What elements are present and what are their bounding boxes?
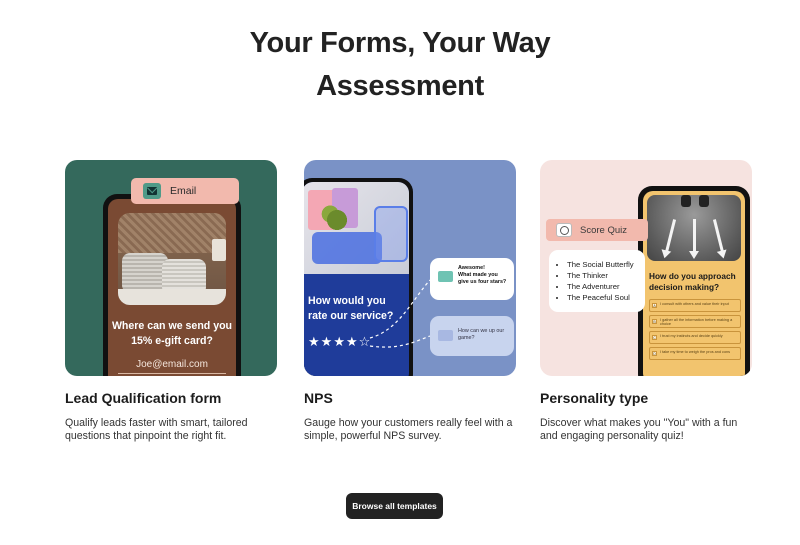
list-item: The Adventurer	[567, 281, 641, 292]
template-card-personality[interactable]: How do you approach decision making? AI …	[540, 160, 752, 376]
score-quiz-tag: Score Quiz	[546, 219, 648, 241]
score-dial-icon	[556, 223, 572, 237]
card-title[interactable]: Lead Qualification form	[65, 390, 280, 406]
message-icon	[438, 271, 453, 282]
card-description: Gauge how your customers really feel wit…	[304, 417, 513, 442]
card-title[interactable]: NPS	[304, 390, 519, 406]
card-info-nps: NPS Gauge how your customers really feel…	[304, 390, 519, 443]
list-item: The Peaceful Soul	[567, 292, 641, 303]
email-tag-label: Email	[170, 185, 197, 197]
quiz-option: AI consult with others and value their i…	[649, 299, 741, 312]
feedback-bubble-followup: Awesome! What made you give us four star…	[430, 258, 514, 300]
score-quiz-label: Score Quiz	[580, 224, 627, 236]
phone-mockup: How do you approach decision making? AI …	[638, 186, 750, 376]
feedback-bubble-improve: How can we up our game?	[430, 316, 514, 356]
page-title-line1: Your Forms, Your Way	[249, 27, 551, 59]
card-title[interactable]: Personality type	[540, 390, 755, 406]
phone-mockup: Where can we send you 15% e-gift card? J…	[103, 194, 241, 376]
phone-screen: How do you approach decision making? AI …	[643, 191, 745, 376]
bubble1-text: What made you give us four stars?	[458, 272, 507, 285]
email-field-tag: Email	[131, 178, 239, 204]
page-title: Your Forms, Your Way Assessment	[0, 22, 800, 108]
preview-question: How do you approach decision making?	[649, 271, 736, 292]
card-info-personality: Personality type Discover what makes you…	[540, 390, 755, 443]
list-item: The Social Butterfly	[567, 259, 641, 270]
message-icon	[438, 330, 453, 341]
template-card-lead-qualification[interactable]: Where can we send you 15% e-gift card? J…	[65, 160, 277, 376]
preview-question: Where can we send you 15% e-gift card?	[111, 320, 233, 347]
personality-list: The Social Butterfly The Thinker The Adv…	[549, 250, 645, 312]
quiz-option: BI gather all the information before mak…	[649, 315, 741, 328]
quiz-option: DI take my time to weigh the pros and co…	[649, 347, 741, 360]
card-info-lead-qualification: Lead Qualification form Qualify leads fa…	[65, 390, 280, 443]
card-description: Discover what makes you "You" with a fun…	[540, 417, 738, 442]
list-item: The Thinker	[567, 270, 641, 281]
envelope-icon	[143, 183, 161, 199]
quiz-option: CI trust my instincts and decide quickly	[649, 331, 741, 344]
bubble2-text: How can we up our game?	[458, 328, 505, 341]
bubble1-heading: Awesome!	[458, 265, 485, 271]
preview-email-input: Joe@email.com	[118, 359, 226, 374]
bedroom-photo	[118, 213, 226, 305]
arrows-photo	[647, 195, 741, 261]
page-title-line2: Assessment	[316, 70, 484, 102]
browse-templates-button[interactable]: Browse all templates	[346, 493, 443, 519]
card-description: Qualify leads faster with smart, tailore…	[65, 417, 248, 442]
phone-screen: Where can we send you 15% e-gift card? J…	[108, 199, 236, 376]
template-card-nps[interactable]: How would you rate our service? ★★★★☆ Aw…	[304, 160, 516, 376]
